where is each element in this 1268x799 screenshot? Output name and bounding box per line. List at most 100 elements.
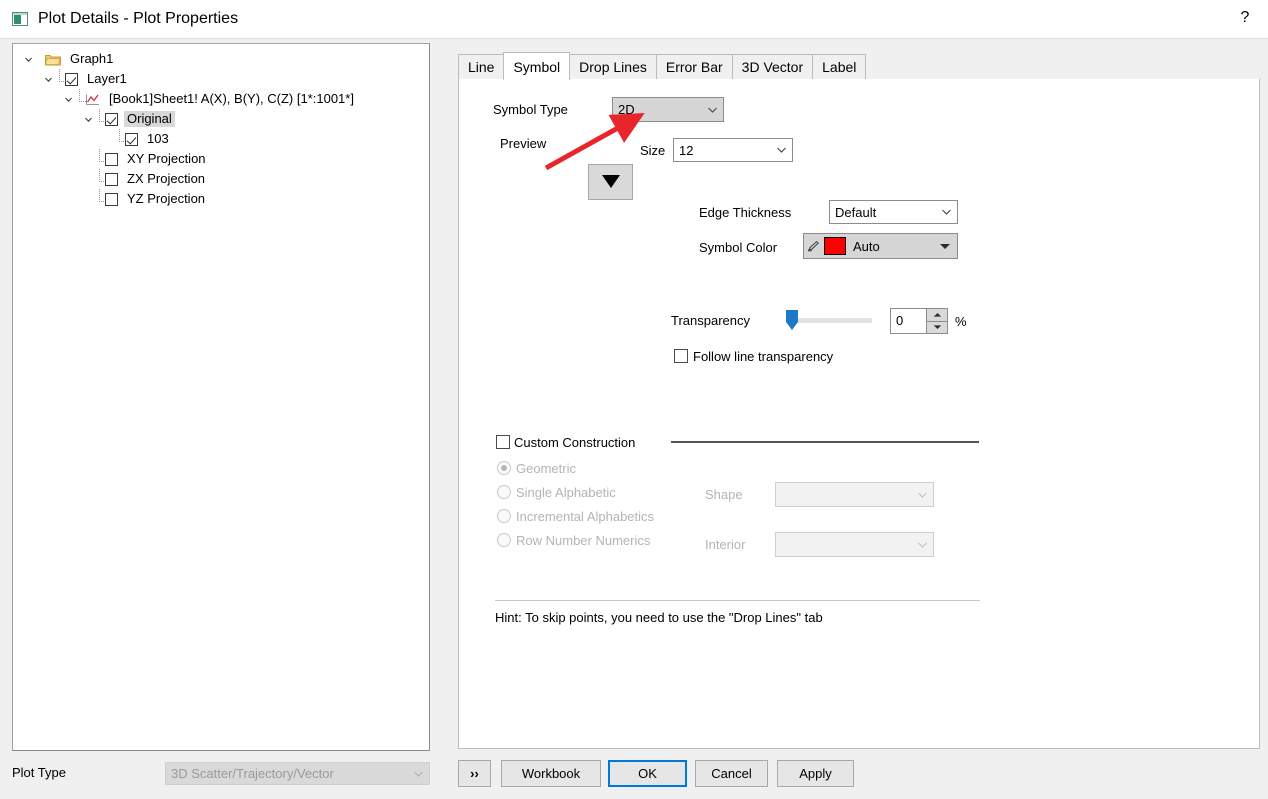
radio-single-alphabetic[interactable] — [497, 485, 511, 499]
chevron-down-icon — [770, 146, 792, 154]
plot-type-label: Plot Type — [12, 765, 66, 780]
down-triangle-icon — [600, 172, 622, 193]
help-icon[interactable]: ? — [1230, 4, 1260, 32]
tab-symbol[interactable]: Symbol — [503, 52, 571, 80]
tree-item-103[interactable]: 103 — [13, 129, 429, 149]
plot-tree-panel[interactable]: Graph1 Layer1 [Book1]Sheet1! A(X), B(Y),… — [12, 43, 430, 751]
tree-checkbox-103[interactable] — [125, 132, 138, 146]
radio-incremental-alphabetics-label: Incremental Alphabetics — [516, 509, 655, 524]
symbol-type-combo[interactable]: 2D — [612, 97, 724, 122]
tree-item-graph1[interactable]: Graph1 — [13, 49, 429, 69]
tree-item-label: 103 — [147, 131, 169, 146]
chevron-down-icon[interactable] — [21, 52, 35, 66]
radio-geometric[interactable] — [497, 461, 511, 475]
tree-item-label: Graph1 — [70, 51, 114, 66]
transparency-label: Transparency — [671, 313, 750, 328]
tree-item-layer1[interactable]: Layer1 — [13, 69, 429, 89]
tree-item-label: YZ Projection — [127, 191, 206, 206]
tree-item-yz-projection[interactable]: YZ Projection — [13, 189, 429, 209]
spinner-arrows — [926, 309, 947, 333]
interior-label: Interior — [705, 537, 746, 552]
chevron-down-icon[interactable] — [41, 72, 55, 86]
pencil-icon — [804, 240, 824, 252]
plot-line-icon — [85, 93, 100, 106]
tab-3d-vector[interactable]: 3D Vector — [731, 54, 814, 79]
spinner-down-icon[interactable] — [927, 321, 947, 333]
tree-checkbox-yz-projection[interactable] — [105, 192, 118, 206]
tree-item-label: ZX Projection — [127, 171, 206, 186]
edge-thickness-label: Edge Thickness — [699, 205, 792, 220]
window-title: Plot Details - Plot Properties — [38, 10, 239, 27]
folder-icon — [45, 53, 61, 66]
workbook-button[interactable]: Workbook — [501, 760, 601, 787]
tab-drop-lines[interactable]: Drop Lines — [569, 54, 657, 79]
chevron-down-icon[interactable] — [81, 112, 95, 126]
apply-button[interactable]: Apply — [777, 760, 854, 787]
symbol-color-picker[interactable]: Auto — [803, 233, 958, 259]
tree-item-xy-projection[interactable]: XY Projection — [13, 149, 429, 169]
symbol-color-label: Symbol Color — [699, 240, 778, 255]
chevron-down-icon — [911, 541, 933, 549]
cancel-button[interactable]: Cancel — [695, 760, 768, 787]
radio-row-number-numerics[interactable] — [497, 533, 511, 547]
symbol-preview-button[interactable] — [588, 164, 633, 200]
tree-checkbox-zx-projection[interactable] — [105, 172, 118, 186]
tree-item-label: XY Projection — [127, 151, 206, 166]
chevron-down-icon — [911, 491, 933, 499]
section-divider — [671, 441, 979, 443]
spinner-up-icon[interactable] — [927, 309, 947, 322]
radio-incremental-alphabetics[interactable] — [497, 509, 511, 523]
tab-bar: Line Symbol Drop Lines Error Bar 3D Vect… — [458, 52, 1260, 80]
expand-button[interactable]: ›› — [458, 760, 491, 787]
tree-item-label: Layer1 — [87, 71, 127, 86]
radio-geometric-label: Geometric — [516, 461, 576, 476]
tree-item-label: [Book1]Sheet1! A(X), B(Y), C(Z) [1*:1001… — [109, 91, 354, 106]
color-swatch — [824, 237, 846, 255]
chevron-down-icon — [935, 208, 957, 216]
follow-line-transparency-label: Follow line transparency — [693, 349, 834, 364]
transparency-slider-thumb[interactable] — [784, 309, 800, 331]
chevron-down-icon — [407, 770, 429, 778]
symbol-color-value: Auto — [853, 238, 880, 254]
custom-construction-checkbox[interactable] — [496, 435, 510, 449]
custom-construction-label: Custom Construction — [514, 435, 636, 450]
tab-error-bar[interactable]: Error Bar — [655, 54, 733, 79]
tree-checkbox-layer1[interactable] — [65, 72, 78, 86]
size-combo[interactable]: 12 — [673, 138, 793, 162]
transparency-value[interactable]: 0 — [891, 309, 926, 333]
hint-text: Hint: To skip points, you need to use th… — [495, 610, 823, 625]
plot-window-icon — [12, 12, 28, 26]
shape-combo[interactable] — [775, 482, 934, 507]
transparency-unit: % — [955, 314, 967, 329]
tree-item-dataset[interactable]: [Book1]Sheet1! A(X), B(Y), C(Z) [1*:1001… — [13, 89, 429, 109]
hint-divider — [495, 600, 980, 601]
edge-thickness-combo[interactable]: Default — [829, 200, 958, 224]
tab-label[interactable]: Label — [812, 54, 867, 79]
tree-checkbox-original[interactable] — [105, 112, 118, 126]
plot-type-combo: 3D Scatter/Trajectory/Vector — [165, 762, 430, 785]
interior-combo[interactable] — [775, 532, 934, 557]
size-label: Size — [640, 143, 666, 158]
symbol-type-label: Symbol Type — [493, 102, 568, 117]
tab-line[interactable]: Line — [458, 54, 505, 79]
tree-item-original[interactable]: Original — [13, 109, 429, 129]
radio-single-alphabetic-label: Single Alphabetic — [516, 485, 616, 500]
radio-row-number-numerics-label: Row Number Numerics — [516, 533, 651, 548]
preview-label: Preview — [500, 136, 547, 151]
chevron-down-icon[interactable] — [61, 92, 75, 106]
tree-item-label: Original — [124, 111, 175, 127]
transparency-spinner[interactable]: 0 — [890, 308, 948, 334]
tree-item-zx-projection[interactable]: ZX Projection — [13, 169, 429, 189]
tree-checkbox-xy-projection[interactable] — [105, 152, 118, 166]
properties-panel: Line Symbol Drop Lines Error Bar 3D Vect… — [458, 52, 1260, 749]
shape-label: Shape — [705, 487, 743, 502]
follow-line-transparency-checkbox[interactable] — [674, 349, 688, 363]
chevron-down-icon — [701, 106, 723, 114]
ok-button[interactable]: OK — [608, 760, 687, 787]
chevron-down-icon — [933, 242, 957, 250]
symbol-tab-panel — [458, 79, 1260, 749]
